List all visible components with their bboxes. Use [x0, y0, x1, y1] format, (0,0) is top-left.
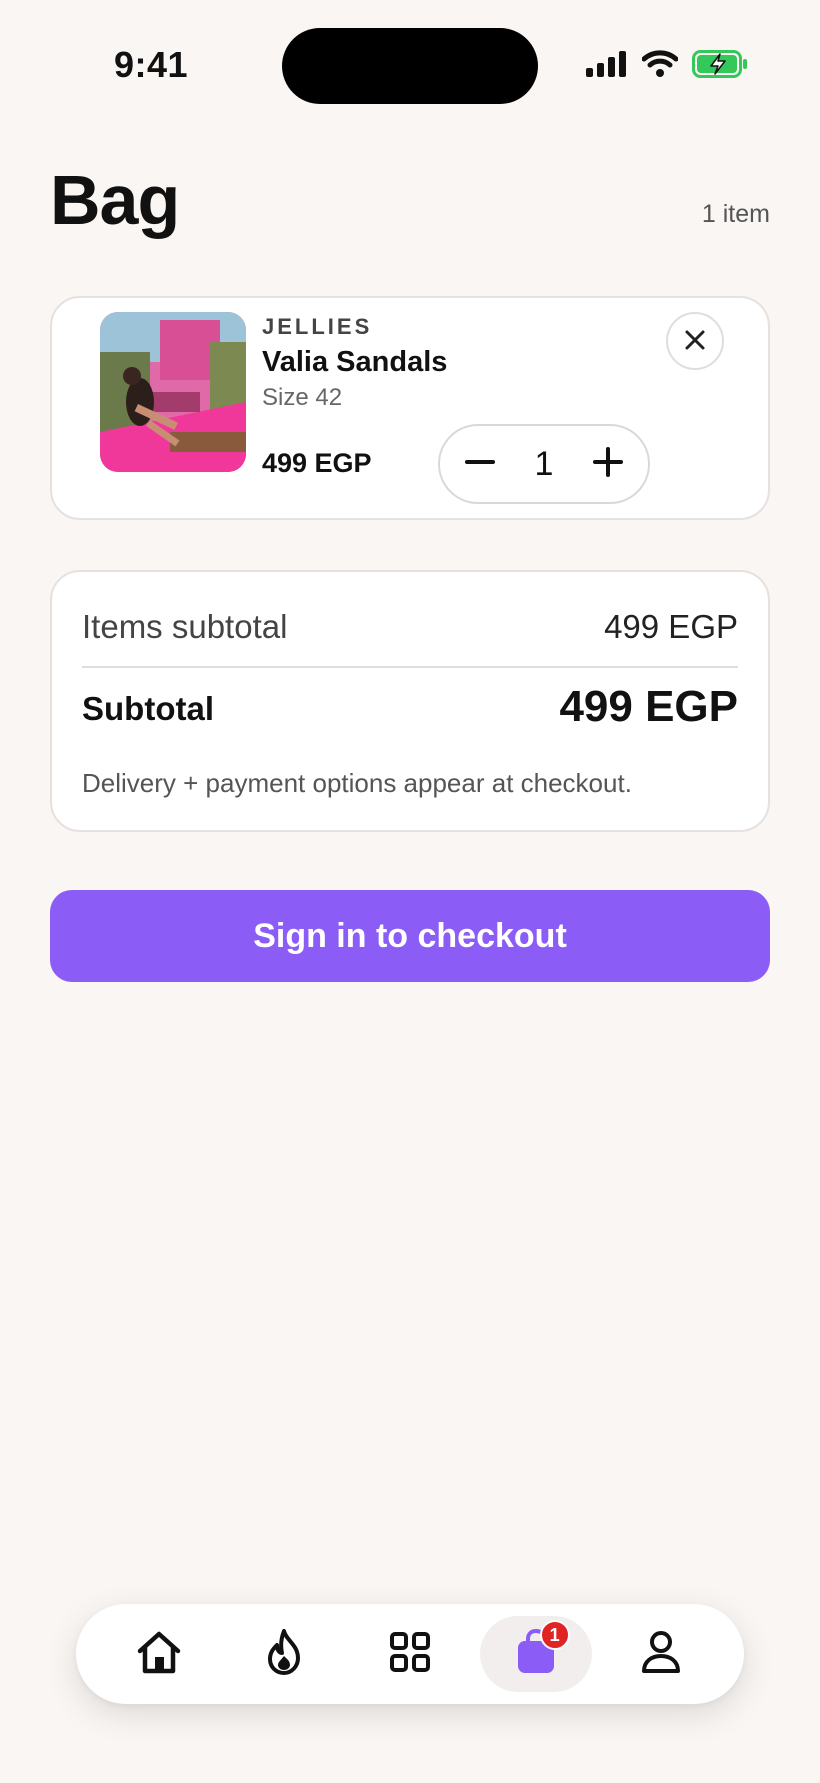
dynamic-island: [282, 28, 538, 104]
wifi-icon: [641, 50, 679, 83]
bag-count-badge: 1: [539, 1620, 570, 1650]
quantity-value: 1: [534, 444, 554, 483]
item-count: 1 item: [701, 200, 770, 228]
item-price: 499 EGP: [262, 448, 372, 478]
order-summary-card: Items subtotal 499 EGP Subtotal 499 EGP …: [50, 570, 770, 832]
items-subtotal-value: 499 EGP: [604, 608, 738, 645]
remove-item-button[interactable]: [666, 312, 724, 370]
cellular-signal-icon: [586, 51, 628, 82]
status-time: 9:41: [114, 44, 189, 85]
tab-profile[interactable]: [605, 1616, 717, 1692]
plus-icon: [592, 446, 624, 483]
items-subtotal-label: Items subtotal: [82, 608, 288, 645]
flame-icon: [264, 1628, 304, 1681]
status-bar: 9:41: [0, 0, 820, 130]
product-thumbnail[interactable]: [100, 312, 246, 472]
decrease-quantity-button[interactable]: [462, 446, 498, 482]
bag-item-card: JELLIES Valia Sandals Size 42 499 EGP 1: [50, 296, 770, 520]
quantity-stepper: 1: [438, 424, 650, 504]
bottom-tab-bar: 1: [76, 1604, 744, 1704]
tab-trending[interactable]: [228, 1616, 340, 1692]
battery-charging-icon: [692, 50, 748, 83]
increase-quantity-button[interactable]: [590, 446, 626, 482]
home-icon: [135, 1629, 183, 1680]
tab-home[interactable]: [103, 1616, 215, 1692]
grid-icon: [389, 1631, 431, 1678]
profile-icon: [641, 1630, 681, 1679]
close-icon: [684, 329, 706, 354]
subtotal-value: 499 EGP: [559, 682, 738, 731]
tab-bag[interactable]: 1: [479, 1616, 592, 1692]
sign-in-to-checkout-button[interactable]: Sign in to checkout: [50, 890, 770, 982]
item-brand: JELLIES: [262, 314, 373, 339]
tab-categories[interactable]: [354, 1616, 466, 1692]
minus-icon: [464, 446, 496, 483]
subtotal-label: Subtotal: [82, 690, 214, 727]
checkout-note: Delivery + payment options appear at che…: [82, 768, 632, 798]
status-icons: [586, 50, 748, 83]
page-title: Bag: [50, 161, 180, 239]
item-size: Size 42: [262, 384, 343, 411]
summary-divider: [82, 666, 738, 668]
item-name[interactable]: Valia Sandals: [262, 346, 447, 379]
